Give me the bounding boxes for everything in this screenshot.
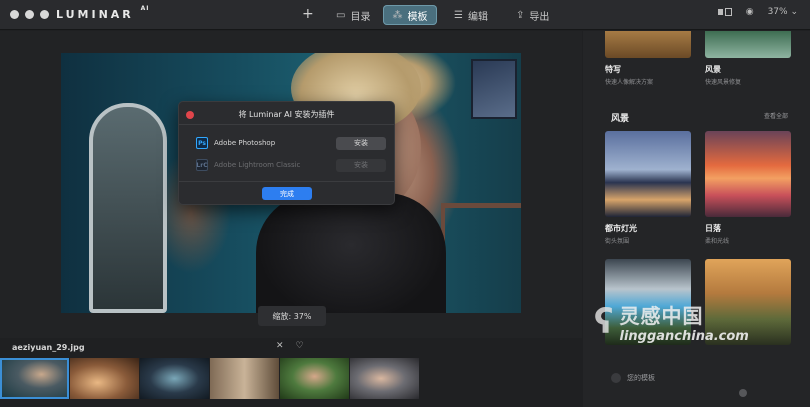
template-desc: 快速人像解决方案 [605,79,654,86]
filmstrip-thumb[interactable] [0,358,69,399]
window-dot-2[interactable] [25,10,34,19]
photo-wall-frame [471,59,517,119]
tab-edit[interactable]: ☰ 编辑 [448,5,494,25]
tab-templates-label: 模板 [407,11,428,23]
section-title: 风景 [611,114,630,124]
window-controls[interactable] [10,10,49,19]
install-photoshop-button[interactable]: 安装 [336,136,386,150]
scroll-indicator[interactable] [739,389,747,397]
magic-wand-icon: ⁂ [392,9,403,21]
watermark-text: 灵感中国 lingganchina.com [619,300,748,344]
window-dot-3[interactable] [40,10,49,19]
filmstrip-thumb[interactable] [350,358,419,399]
install-lightroom-button: 安装 [336,158,386,172]
app-logo: LUMINAR AI [56,5,150,21]
filmstrip-thumb[interactable] [70,358,139,399]
tab-catalog-label: 目录 [350,11,371,23]
tab-edit-label: 编辑 [467,11,488,23]
share-icon: ⇪ [516,9,525,21]
dialog-divider [179,181,394,182]
brand-sup: AI [140,5,150,13]
tab-export-label: 导出 [529,11,550,23]
compare-view-icon[interactable] [717,8,732,16]
template-name: 日落 [705,224,721,233]
watermark-logo-icon: ʕ [594,302,614,342]
watermark-cn: 灵感中国 [619,304,704,328]
photo-viewer: 将 Luminar AI 安装为插件 Ps Adobe Photoshop 安装… [0,31,582,338]
template-name: 都市灯光 [605,224,637,233]
photo-mirror [89,103,167,313]
template-name: 特写 [605,65,621,74]
template-thumbnail [705,31,791,58]
tab-templates[interactable]: ⁂ 模板 [383,5,437,25]
see-all-link[interactable]: 查看全部 [764,111,788,120]
photo-subject-clothing [256,193,446,313]
watermark-en: lingganchina.com [619,329,749,344]
plugin-row-photoshop: Ps Adobe Photoshop 安装 [196,136,386,150]
plugin-name: Adobe Lightroom Classic [214,161,301,169]
current-filename: aeziyuan_29.jpg [12,343,85,352]
photoshop-icon: Ps [196,137,208,149]
template-desc: 柔和光线 [705,238,730,245]
filmstrip-thumb[interactable] [140,358,209,399]
view-controls: ◉ 37% ⌄ [717,7,798,17]
sliders-icon: ☰ [454,9,463,21]
filmstrip [0,358,582,407]
your-templates-label: 您的模板 [627,374,655,382]
dialog-divider [179,124,394,125]
filmstrip-actions: ✕ ♡ [276,341,304,351]
template-desc: 快速风景修复 [705,79,742,86]
template-thumbnail [605,31,691,58]
template-thumbnail [705,131,791,217]
filmstrip-thumb[interactable] [280,358,349,399]
tab-export[interactable]: ⇪ 导出 [510,5,555,25]
title-bar: LUMINAR AI + ▭ 目录 ⁂ 模板 ☰ 编辑 ⇪ 导出 ◉ 37% ⌄ [0,0,810,30]
user-icon [611,373,621,383]
tab-catalog[interactable]: ▭ 目录 [330,5,376,25]
zoom-level: 37% [767,7,788,17]
template-name: 风景 [705,65,721,74]
folder-icon: ▭ [336,9,346,21]
done-button[interactable]: 完成 [262,187,312,200]
window-dot-1[interactable] [10,10,19,19]
install-plugin-dialog: 将 Luminar AI 安装为插件 Ps Adobe Photoshop 安装… [178,101,395,205]
plugin-row-lightroom: LrC Adobe Lightroom Classic 安装 [196,158,386,172]
template-card-closeup[interactable]: 特写 快速人像解决方案 [605,31,691,86]
dialog-title: 将 Luminar AI 安装为插件 [238,110,335,119]
eye-icon[interactable]: ◉ [746,7,754,17]
plugin-name: Adobe Photoshop [214,139,276,147]
watermark: ʕ 灵感中国 lingganchina.com [594,300,749,344]
add-photos-button[interactable]: + [302,6,314,22]
photo-bed-frame [441,203,521,313]
template-card-landscape[interactable]: 风景 快速风景修复 [705,31,791,86]
template-desc: 街头氛围 [605,238,630,245]
heart-icon[interactable]: ♡ [296,341,304,351]
your-templates-link[interactable]: 您的模板 [611,373,655,383]
template-card-city-lights[interactable]: 都市灯光 街头氛围 [605,131,691,245]
filmstrip-thumb[interactable] [210,358,279,399]
zoom-dropdown[interactable]: 37% ⌄ [768,7,798,17]
template-card-sunset[interactable]: 日落 柔和光线 [705,131,791,245]
brand-name: LUMINAR [56,8,134,21]
zoom-indicator: 缩放: 37% [258,306,326,326]
lightroom-icon: LrC [196,159,208,171]
reject-icon[interactable]: ✕ [276,341,284,351]
templates-panel: 特写 快速人像解决方案 风景 快速风景修复 风景 查看全部 都市灯光 街头氛围 … [583,31,810,407]
template-thumbnail [605,131,691,217]
